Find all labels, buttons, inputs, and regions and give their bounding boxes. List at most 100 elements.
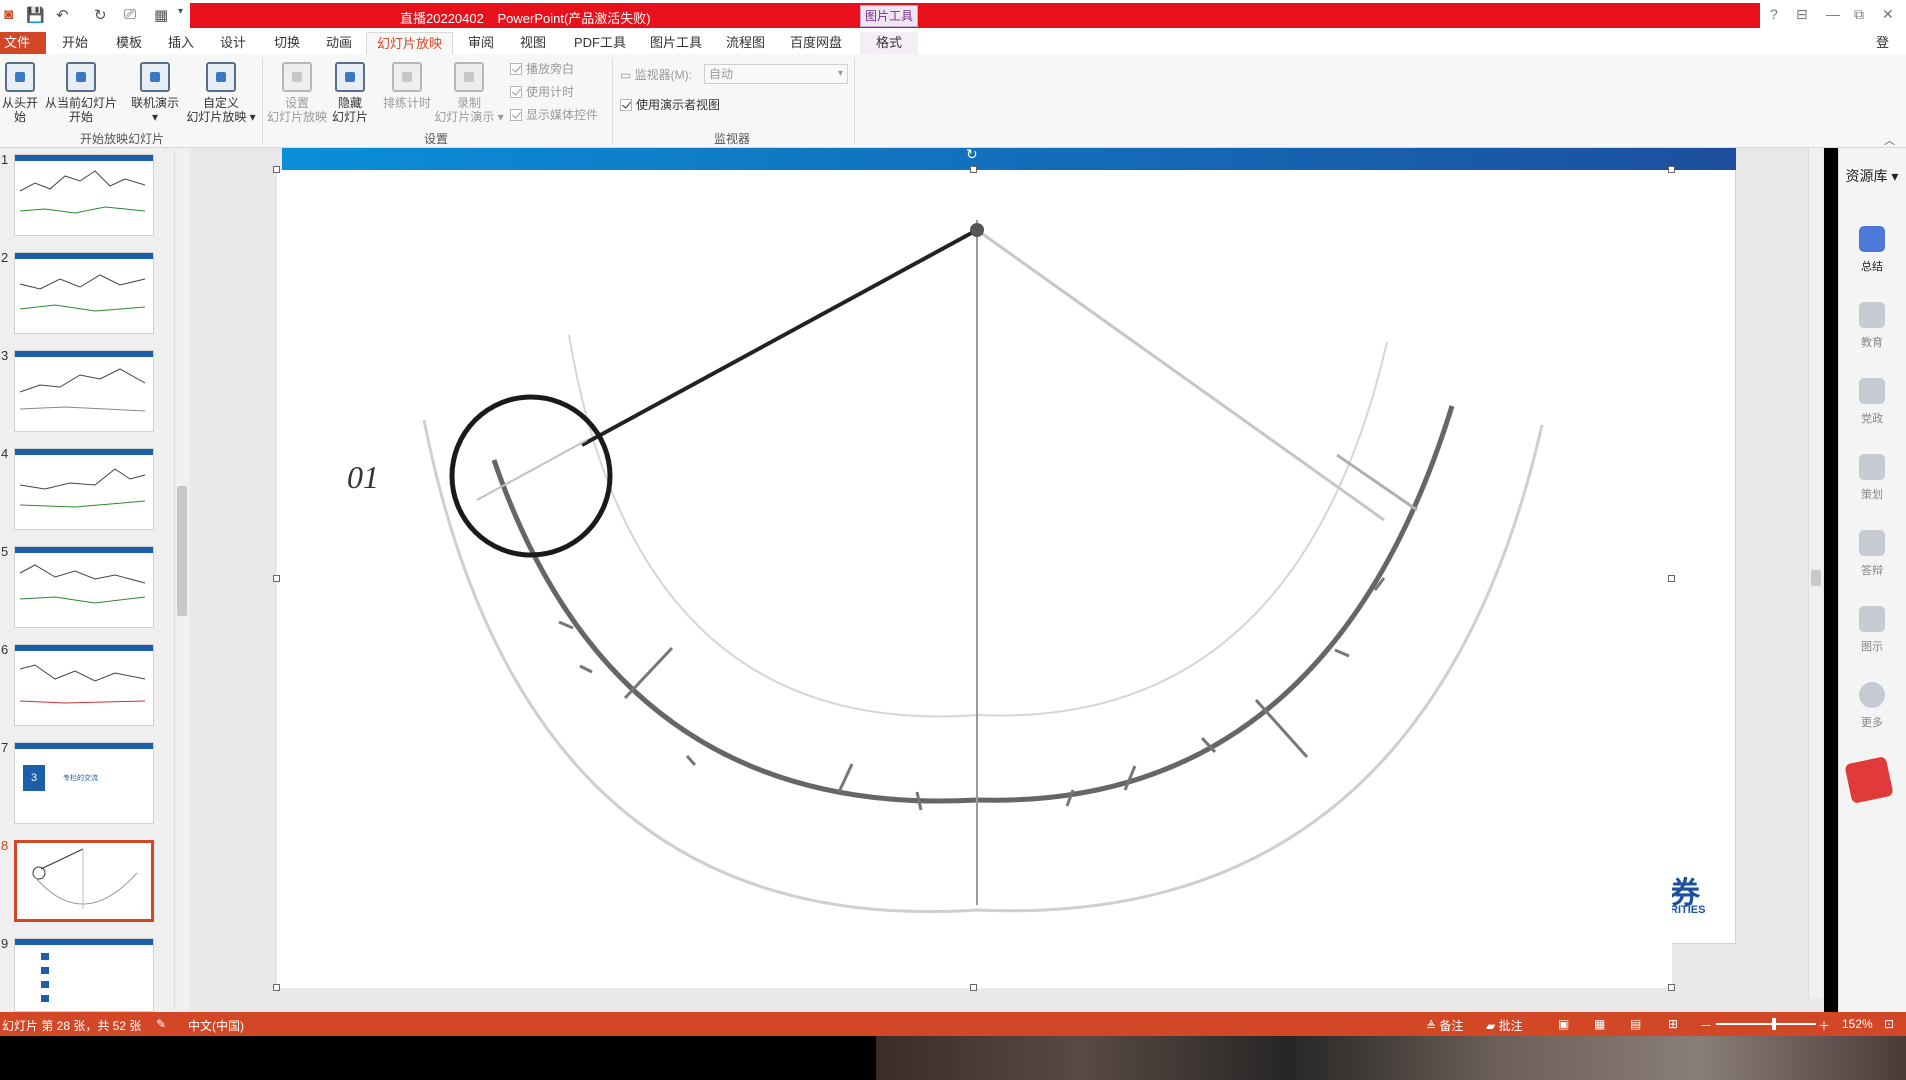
- agenda-bullets: [41, 953, 49, 1003]
- tab-file[interactable]: 文件: [0, 32, 46, 54]
- tab-baidu-netdisk[interactable]: 百度网盘: [780, 32, 852, 54]
- slideshow-view-icon[interactable]: ⊞: [1668, 1017, 1678, 1031]
- redo-icon[interactable]: ↻: [94, 6, 107, 24]
- normal-view-icon[interactable]: ▣: [1558, 1017, 1569, 1031]
- help-button[interactable]: ?: [1770, 6, 1778, 22]
- editor-scrollbar[interactable]: [1808, 148, 1822, 998]
- resize-handle[interactable]: [970, 166, 977, 173]
- resource-item-diagram[interactable]: 图示: [1850, 606, 1894, 654]
- resource-library-title[interactable]: 资源库 ▾: [1838, 166, 1906, 186]
- zoom-slider[interactable]: [1716, 1018, 1816, 1030]
- signin-link[interactable]: 登录: [1866, 32, 1906, 72]
- use-timings-checkbox[interactable]: 使用计时: [510, 83, 574, 100]
- customize-toolbar-icon[interactable]: ▾: [178, 6, 183, 17]
- red-envelope-icon[interactable]: [1844, 756, 1894, 804]
- tab-insert[interactable]: 插入: [158, 32, 204, 54]
- chart-thumbnail-icon: [19, 368, 146, 412]
- tab-view[interactable]: 视图: [510, 32, 556, 54]
- restore-button[interactable]: ⧉: [1854, 6, 1864, 23]
- slide-sorter-icon[interactable]: ▦: [1594, 1017, 1605, 1031]
- zoom-slider-thumb[interactable]: [1772, 1018, 1776, 1030]
- minimize-button[interactable]: —: [1826, 6, 1840, 22]
- resize-handle[interactable]: [273, 984, 280, 991]
- new-slide-icon[interactable]: ▦: [154, 6, 168, 24]
- rehearse-timings-button[interactable]: 排练计时: [380, 62, 434, 110]
- zoom-in-button[interactable]: ＋: [1818, 1017, 1830, 1034]
- collapse-ribbon-icon[interactable]: ︿: [1884, 132, 1895, 148]
- scrollbar-thumb[interactable]: [1811, 570, 1821, 586]
- checkbox-icon: [510, 109, 522, 121]
- start-slideshow-icon[interactable]: ⎚: [124, 6, 136, 23]
- resource-item-summary[interactable]: 总结: [1850, 226, 1894, 274]
- resize-handle[interactable]: [273, 166, 280, 173]
- save-icon[interactable]: 💾: [26, 6, 45, 24]
- tab-review[interactable]: 审阅: [458, 32, 504, 54]
- slide-thumbnail-selected[interactable]: [14, 840, 154, 922]
- resize-handle[interactable]: [273, 575, 280, 582]
- custom-slideshow-label: 自定义: [202, 96, 239, 110]
- from-current-button[interactable]: 从当前幻灯片 开始: [44, 62, 118, 124]
- comments-label: 批注: [1498, 1019, 1523, 1033]
- resource-item-more[interactable]: 更多: [1850, 682, 1894, 730]
- scrollbar-thumb[interactable]: [177, 486, 187, 616]
- setup-slideshow-button[interactable]: 设置 幻灯片放映: [266, 62, 328, 124]
- presenter-view-checkbox[interactable]: 使用演示者视图: [620, 96, 720, 113]
- zoom-out-button[interactable]: －: [1700, 1017, 1712, 1034]
- from-beginning-button[interactable]: 从头开始: [0, 62, 40, 124]
- resource-item-education[interactable]: 教育: [1850, 302, 1894, 350]
- zoom-level[interactable]: 152%: [1842, 1017, 1873, 1031]
- slide-thumbnail[interactable]: 3 专栏的交流: [14, 742, 154, 824]
- slide-thumbnail[interactable]: [14, 448, 154, 530]
- chart-thumbnail-icon: [19, 170, 146, 214]
- selected-picture[interactable]: 01 ↻: [273, 146, 1675, 991]
- spellcheck-icon[interactable]: ✎: [156, 1017, 166, 1031]
- thumbnail-number: 6: [1, 642, 9, 657]
- tab-pdf-tools[interactable]: PDF工具: [564, 32, 636, 54]
- resize-handle[interactable]: [1668, 166, 1675, 173]
- monitor-select[interactable]: 自动: [704, 64, 848, 84]
- from-current-label-2: 开始: [68, 110, 93, 124]
- title-bar: ◙ 💾 ↶ ↻ ⎚ ▦ ▾ 直播20220402 PowerPoint(产品激活…: [0, 0, 1906, 30]
- resource-item-defense[interactable]: 答辩: [1850, 530, 1894, 578]
- undo-icon[interactable]: ↶: [56, 6, 69, 24]
- tab-picture-tools[interactable]: 图片工具: [640, 32, 712, 54]
- tab-animations[interactable]: 动画: [316, 32, 362, 54]
- resize-handle[interactable]: [1668, 575, 1675, 582]
- slide-thumbnail[interactable]: [14, 350, 154, 432]
- thumbnail-scrollbar[interactable]: [174, 150, 188, 1010]
- tab-home[interactable]: 开始: [52, 32, 98, 54]
- online-present-button[interactable]: 联机演示 ▾: [128, 62, 182, 124]
- rotate-handle-icon[interactable]: ↻: [966, 146, 978, 163]
- resource-item-government[interactable]: 党政: [1850, 378, 1894, 426]
- resize-handle[interactable]: [1668, 984, 1675, 991]
- thumbnail-number: 1: [1, 152, 9, 167]
- record-slideshow-button[interactable]: 录制 幻灯片演示 ▾: [434, 62, 504, 124]
- tab-format[interactable]: 格式: [860, 32, 918, 54]
- resource-item-planning[interactable]: 策划: [1850, 454, 1894, 502]
- reading-view-icon[interactable]: ▤: [1630, 1017, 1641, 1031]
- show-media-controls-checkbox[interactable]: 显示媒体控件: [510, 106, 598, 123]
- sketch-thumbnail-icon: [32, 848, 138, 909]
- tab-design[interactable]: 设计: [210, 32, 256, 54]
- close-button[interactable]: ✕: [1882, 6, 1894, 23]
- ribbon-display-button[interactable]: ⊟: [1796, 6, 1808, 23]
- record-icon: [454, 62, 484, 92]
- slide-thumbnail[interactable]: [14, 644, 154, 726]
- tab-flowchart[interactable]: 流程图: [716, 32, 775, 54]
- slide-thumbnail[interactable]: [14, 546, 154, 628]
- tab-slideshow[interactable]: 幻灯片放映: [366, 32, 454, 54]
- tab-templates[interactable]: 模板: [106, 32, 152, 54]
- fit-to-window-icon[interactable]: ⊡: [1884, 1017, 1894, 1031]
- custom-slideshow-button[interactable]: 自定义 幻灯片放映 ▾: [186, 62, 256, 124]
- government-icon: [1859, 378, 1885, 404]
- comments-button[interactable]: ▰ 批注: [1486, 1017, 1523, 1034]
- notes-button[interactable]: ≜ 备注: [1426, 1017, 1463, 1034]
- play-narration-checkbox[interactable]: 播放旁白: [510, 60, 574, 77]
- tab-transitions[interactable]: 切换: [264, 32, 310, 54]
- slide-thumbnail[interactable]: [14, 154, 154, 236]
- slide-thumbnail[interactable]: [14, 938, 154, 1012]
- language-indicator[interactable]: 中文(中国): [188, 1017, 244, 1034]
- slide-thumbnail[interactable]: [14, 252, 154, 334]
- resize-handle[interactable]: [970, 984, 977, 991]
- hide-slide-button[interactable]: 隐藏 幻灯片: [330, 62, 370, 124]
